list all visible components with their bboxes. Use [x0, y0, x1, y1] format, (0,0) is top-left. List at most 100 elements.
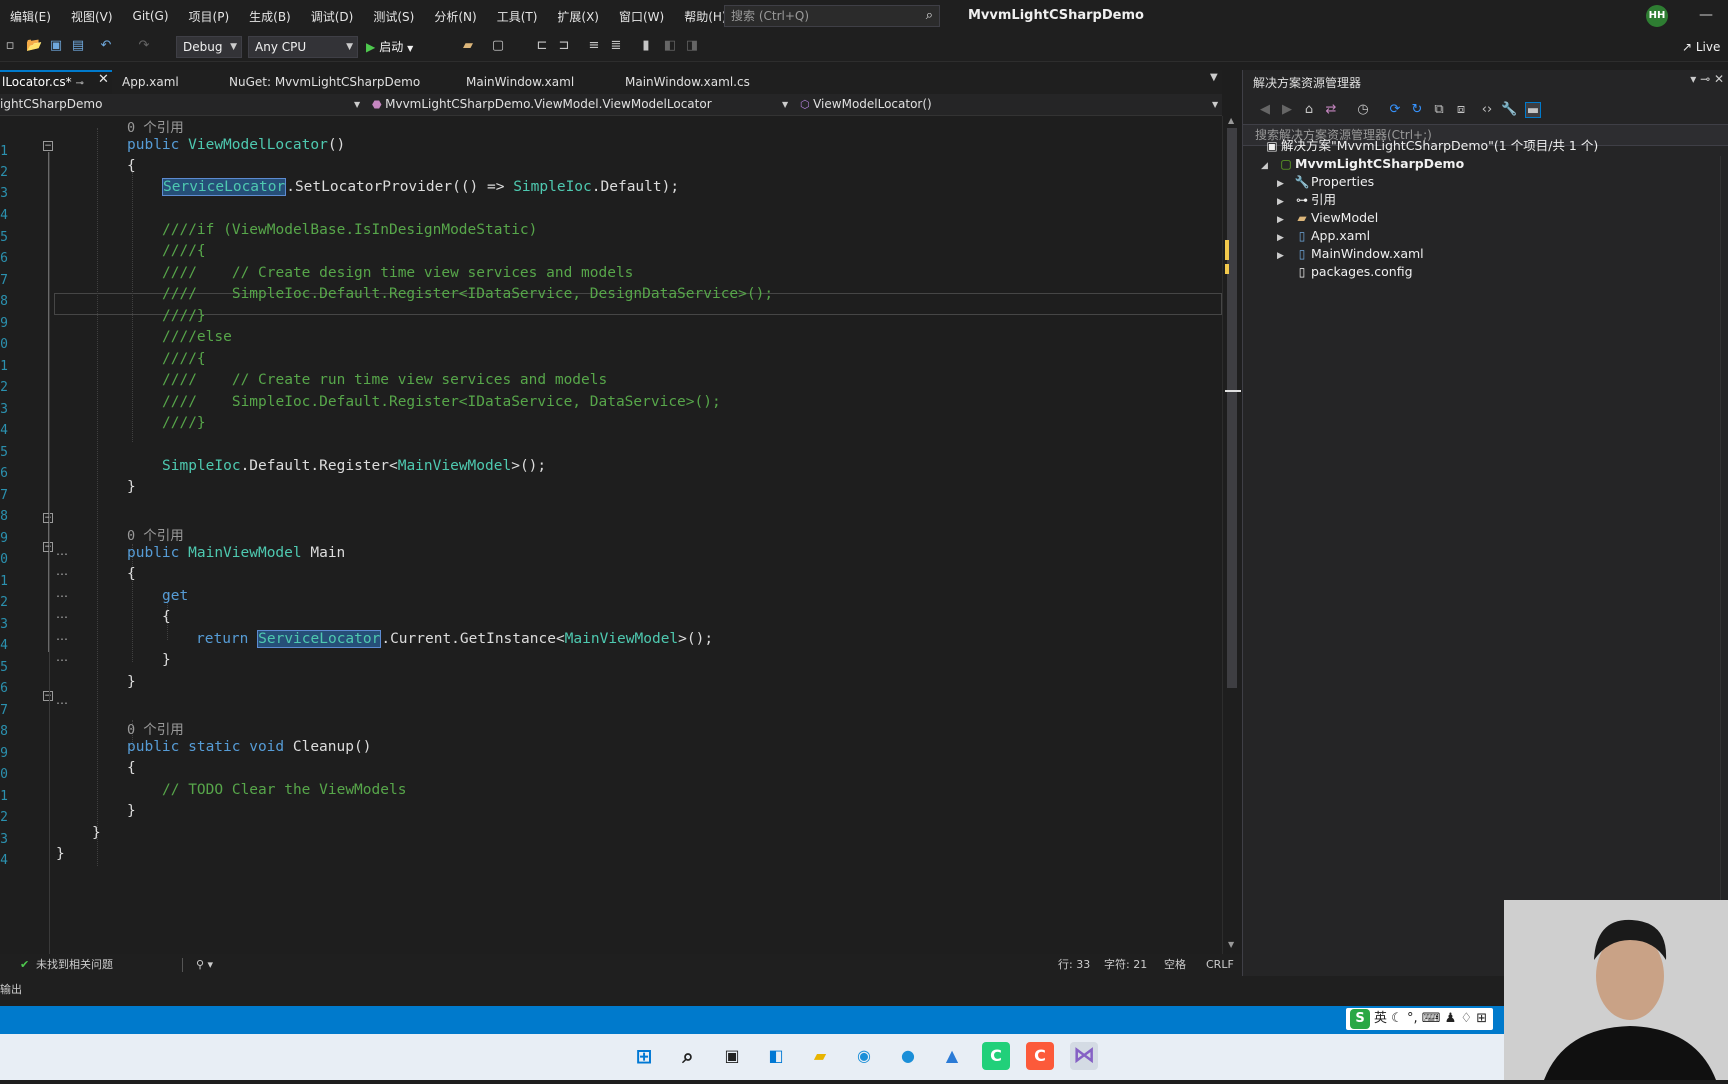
whitespace-indicator[interactable]: 空格 [1164, 954, 1186, 976]
widgets-icon[interactable]: ◧ [762, 1042, 790, 1070]
member-dropdown[interactable]: ⬡ ViewModelLocator() [800, 94, 1210, 116]
menu-view[interactable]: 视图(V) [61, 8, 123, 25]
maps-icon[interactable]: ● [894, 1042, 922, 1070]
project-node[interactable]: ◢ ▢ MvvmLightCSharpDemo [1261, 154, 1464, 173]
menu-extensions[interactable]: 扩展(X) [547, 8, 609, 25]
collapse-icon[interactable]: − [43, 141, 53, 151]
preview-icon[interactable]: ▬ [1525, 102, 1541, 118]
collapse-icon[interactable]: − [43, 542, 53, 552]
tree-item-packages-config[interactable]: ▯ packages.config [1277, 262, 1413, 281]
redo-icon[interactable]: ↷ [136, 38, 152, 54]
platform-select[interactable]: Any CPU ▼ [248, 36, 358, 58]
tab-viewmodellocator[interactable]: lLocator.cs* ⊸ [0, 70, 112, 94]
save-icon[interactable]: ▣ [48, 38, 64, 54]
ime-toolbar[interactable]: S英 ☾ °, ⌨ ♟ ♢ ⊞ [1346, 1008, 1494, 1030]
tab-app-xaml[interactable]: App.xaml [122, 70, 179, 94]
tree-item-viewmodel[interactable]: ▶ ▰ ViewModel [1277, 208, 1378, 227]
collapse-all-icon[interactable]: ⧉ [1431, 102, 1447, 118]
char-indicator[interactable]: 字符: 21 [1104, 954, 1147, 976]
code-editor[interactable]: 1 2 3 4 5 6 7 8 9 0 1 2 3 4 5 6 7 8 9 0 … [0, 116, 1222, 954]
menu-tools[interactable]: 工具(T) [487, 8, 548, 25]
bookmark-icon[interactable]: ▮ [638, 38, 654, 54]
file-explorer-icon[interactable]: ▰ [806, 1042, 834, 1070]
collapse-icon[interactable]: − [43, 513, 53, 523]
live-share-button[interactable]: ↗ Live [1682, 32, 1720, 62]
new-item-icon[interactable]: ▫ [2, 38, 18, 54]
menu-project[interactable]: 项目(P) [179, 8, 240, 25]
output-tab[interactable]: 输出 [0, 976, 22, 1004]
avatar[interactable]: HH [1646, 5, 1668, 27]
pin-icon[interactable]: ▾ ⊸ ✕ [1690, 72, 1724, 86]
menu-edit[interactable]: 编辑(E) [0, 8, 61, 25]
prev-bookmark-icon[interactable]: ◧ [662, 38, 678, 54]
menu-debug[interactable]: 调试(D) [301, 8, 364, 25]
solution-scrollbar[interactable] [1720, 156, 1726, 956]
switch-views-icon[interactable]: ⇄ [1323, 102, 1339, 118]
pin-icon[interactable]: ⊸ [75, 78, 83, 89]
tab-list-dropdown-icon[interactable]: ▼ [1210, 72, 1218, 83]
properties-icon[interactable]: 🔧 [1501, 102, 1517, 118]
tab-nuget[interactable]: NuGet: MvvmLightCSharpDemo [229, 70, 420, 94]
tree-item-references[interactable]: ▶ ⊶ 引用 [1277, 190, 1336, 209]
editor-scrollbar[interactable]: ▲ ▼ [1222, 116, 1242, 954]
menu-test[interactable]: 测试(S) [363, 8, 424, 25]
home-icon[interactable]: ⌂ [1301, 102, 1317, 118]
menu-git[interactable]: Git(G) [123, 9, 179, 23]
view-code-icon[interactable]: ‹› [1479, 102, 1495, 118]
open-folder-icon[interactable]: 📂 [26, 38, 42, 54]
class-dropdown[interactable]: ⬣ MvvmLightCSharpDemo.ViewModel.ViewMode… [372, 94, 792, 116]
next-bookmark-icon[interactable]: ◨ [684, 38, 700, 54]
code-token: >(); [511, 458, 547, 474]
visual-studio-icon[interactable]: ⋈ [1070, 1042, 1098, 1070]
edge-icon[interactable]: ◉ [850, 1042, 878, 1070]
scroll-up-icon[interactable]: ▲ [1228, 116, 1234, 125]
save-all-icon[interactable]: ▤ [70, 38, 86, 54]
show-all-files-icon[interactable]: ⧈ [1453, 102, 1469, 118]
close-icon[interactable]: ✕ [98, 72, 109, 87]
tab-mainwindow-xaml-cs[interactable]: MainWindow.xaml.cs [625, 70, 750, 94]
clion-icon[interactable]: C [1026, 1042, 1054, 1070]
tab-mainwindow-xaml[interactable]: MainWindow.xaml [466, 70, 574, 94]
collapse-icon[interactable]: − [43, 691, 53, 701]
pending-changes-icon[interactable]: ◷ [1355, 102, 1371, 118]
back-icon[interactable]: ◀ [1257, 102, 1273, 118]
menu-window[interactable]: 窗口(W) [609, 8, 674, 25]
screenshot-icon[interactable]: ▢ [490, 38, 506, 54]
forward-icon[interactable]: ▶ [1279, 102, 1295, 118]
sync-icon[interactable]: ⟳ [1387, 102, 1403, 118]
outdent-icon[interactable]: ≣ [608, 38, 624, 54]
indent-icon[interactable]: ≡ [586, 38, 602, 54]
task-view-icon[interactable]: ▣ [718, 1042, 746, 1070]
issues-status[interactable]: 未找到相关问题 [36, 954, 113, 976]
menu-build[interactable]: 生成(B) [239, 8, 301, 25]
code-token: SimpleIoc [162, 458, 241, 474]
pycharm-icon[interactable]: C [982, 1042, 1010, 1070]
minimize-icon[interactable]: — [1684, 0, 1728, 32]
undo-icon[interactable]: ↶ [98, 38, 114, 54]
step-icon[interactable]: ⊏ [534, 38, 550, 54]
codelens-references[interactable]: 0 个引用 [127, 718, 184, 738]
tree-item-mainwindow-xaml[interactable]: ▶ ▯ MainWindow.xaml [1277, 244, 1424, 263]
windows-start-icon[interactable]: ⊞ [630, 1042, 658, 1070]
scrollbar-thumb[interactable] [1227, 128, 1237, 688]
codelens-references[interactable]: 0 个引用 [127, 524, 184, 544]
search-icon[interactable]: ⌕ [674, 1042, 702, 1070]
step-out-icon[interactable]: ⊐ [556, 38, 572, 54]
code-token: Cleanup() [284, 739, 372, 755]
search-input[interactable]: 搜索 (Ctrl+Q) ⌕ [724, 5, 940, 27]
folder-icon[interactable]: ▰ [460, 38, 476, 54]
refresh-icon[interactable]: ↻ [1409, 102, 1425, 118]
project-dropdown[interactable]: ightCSharpDemo [0, 94, 360, 116]
brush-icon[interactable]: ⚲ ▾ [196, 954, 213, 976]
tree-item-properties[interactable]: ▶ 🔧 Properties [1277, 172, 1374, 191]
line-indicator[interactable]: 行: 33 [1058, 954, 1090, 976]
tree-item-app-xaml[interactable]: ▶ ▯ App.xaml [1277, 226, 1370, 245]
codelens-references[interactable]: 0 个引用 [127, 116, 184, 136]
menu-analyze[interactable]: 分析(N) [424, 8, 486, 25]
eol-indicator[interactable]: CRLF [1206, 954, 1234, 976]
solution-node[interactable]: ▣ 解决方案"MvvmLightCSharpDemo"(1 个项目/共 1 个) [1263, 136, 1598, 155]
start-button[interactable]: ▶ 启动 ▼ [366, 36, 413, 58]
scroll-down-icon[interactable]: ▼ [1228, 940, 1234, 949]
config-select[interactable]: Debug ▼ [176, 36, 242, 58]
photos-icon[interactable]: ▲ [938, 1042, 966, 1070]
